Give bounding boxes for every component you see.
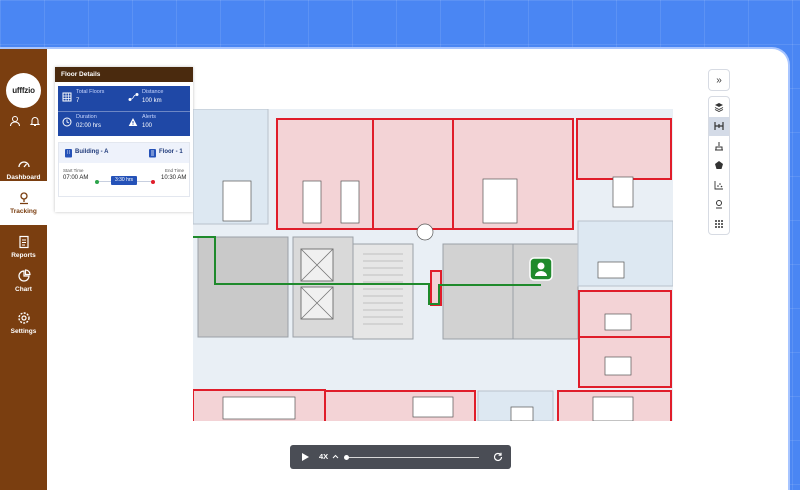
start-time-value: 07:00 AM <box>63 175 89 181</box>
round-table <box>416 223 434 241</box>
stairwell <box>352 243 414 340</box>
brand-logo-text: ufffzio <box>12 86 35 95</box>
collapse-glyph: » <box>716 74 722 86</box>
location-button[interactable] <box>709 195 729 215</box>
zone-tool-button[interactable] <box>709 136 729 156</box>
settings-icon <box>17 312 30 324</box>
room-outline <box>577 220 673 287</box>
stat-alerts: Alerts 100 <box>124 111 190 136</box>
floor-map-button[interactable] <box>709 116 729 136</box>
grid-dots-icon <box>715 219 723 228</box>
play-icon[interactable] <box>300 452 310 462</box>
app-window: ufffzio Dashboard Tracking Reports Chart <box>0 47 790 490</box>
floor-stats: Total Floors 7 Distance 100 km Duration … <box>58 86 190 136</box>
end-dot <box>151 179 155 184</box>
sidebar-item-label: Tracking <box>10 208 37 215</box>
playback-track[interactable] <box>347 456 479 458</box>
collapse-toolbar-button[interactable]: » <box>708 69 730 91</box>
floor-details-panel: Floor Details Total Floors 7 Distance 10… <box>55 67 193 212</box>
start-time-label: Start Time <box>63 168 84 173</box>
chart-icon <box>17 269 31 282</box>
reports-icon <box>18 235 29 249</box>
duration-badge: 3:30 hrs <box>111 176 137 185</box>
stat-value: 7 <box>76 98 80 104</box>
sidebar: ufffzio Dashboard Tracking Reports Chart <box>0 49 47 490</box>
warning-icon <box>128 118 138 126</box>
stat-total-floors: Total Floors 7 <box>58 86 124 111</box>
panel-title: Floor Details <box>55 67 193 82</box>
playback-bar: 4X <box>290 445 511 469</box>
stat-label: Alerts <box>142 114 157 120</box>
floor-plan-map[interactable] <box>193 109 673 421</box>
building-name: Building - A <box>75 149 109 155</box>
bell-icon[interactable] <box>29 114 41 132</box>
stat-label: Distance <box>142 89 164 95</box>
person-marker-icon[interactable] <box>529 257 553 281</box>
clock-icon <box>62 117 72 127</box>
dashboard-icon <box>17 161 30 168</box>
chevron-up-icon <box>332 454 339 459</box>
map-toolbar: » <box>708 69 730 235</box>
tracking-icon <box>19 192 28 205</box>
playback-speed[interactable]: 4X <box>319 452 339 461</box>
user-icon[interactable] <box>9 114 21 132</box>
toolbar-buttons <box>708 96 730 235</box>
zone-office-c[interactable] <box>576 118 672 180</box>
speed-value: 4X <box>319 452 329 461</box>
sidebar-item-chart[interactable]: Chart <box>0 259 47 303</box>
sidebar-item-label: Settings <box>10 328 37 335</box>
building-grid-icon <box>62 92 72 102</box>
floor-name: Floor - 1 <box>159 149 183 155</box>
trip-summary: Building - A Floor - 1 Start Time 07:00 … <box>58 142 190 197</box>
restroom <box>442 243 514 340</box>
sidebar-item-label: Chart <box>15 286 32 293</box>
layers-button[interactable] <box>709 97 729 117</box>
scatter-chart-icon <box>714 180 723 190</box>
sidebar-item-label: Reports <box>11 252 36 259</box>
grid-view-button[interactable] <box>709 214 729 234</box>
stat-label: Duration <box>76 114 97 120</box>
room-outline <box>197 236 289 338</box>
stat-value: 100 <box>142 123 153 129</box>
floor-map-icon <box>714 122 724 131</box>
building-icon <box>65 149 72 158</box>
pentagon-icon <box>715 161 723 170</box>
playback-knob[interactable] <box>344 454 349 460</box>
stat-label: Total Floors <box>76 89 105 95</box>
zone-icon <box>715 141 723 151</box>
sidebar-item-label: Dashboard <box>6 174 41 181</box>
stat-value: 02:00 hrs <box>76 123 102 129</box>
scatter-view-button[interactable] <box>709 175 729 195</box>
polygon-tool-button[interactable] <box>709 156 729 176</box>
trip-location: Building - A Floor - 1 <box>59 143 189 163</box>
start-dot <box>95 179 99 184</box>
sidebar-item-settings[interactable]: Settings <box>0 301 47 345</box>
stat-value: 100 km <box>142 98 162 104</box>
sidebar-item-tracking[interactable]: Tracking <box>0 181 47 225</box>
end-time-label: End Time <box>165 168 185 173</box>
stat-duration: Duration 02:00 hrs <box>58 111 124 136</box>
location-pin-icon <box>716 200 722 209</box>
sidebar-top-icons <box>5 114 45 132</box>
layers-icon <box>714 102 724 112</box>
zone-lounge[interactable] <box>372 118 454 230</box>
replay-icon[interactable] <box>493 452 503 462</box>
floor-icon <box>149 149 156 158</box>
route-icon <box>128 93 139 101</box>
stat-distance: Distance 100 km <box>124 86 190 111</box>
brand-logo[interactable]: ufffzio <box>6 73 41 108</box>
end-time-value: 10:30 AM <box>161 175 187 181</box>
